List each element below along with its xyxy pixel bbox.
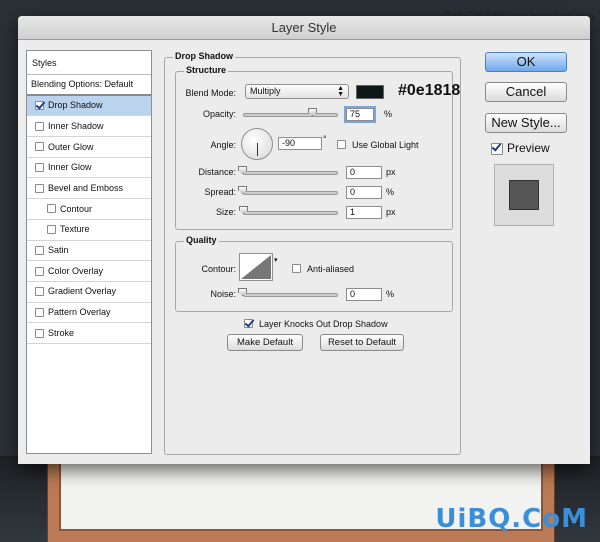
blend-mode-value: Multiply <box>250 86 281 96</box>
styles-item-checkbox[interactable] <box>35 142 44 152</box>
opacity-label: Opacity: <box>202 109 236 119</box>
styles-item-label: Texture <box>60 224 90 235</box>
cancel-button[interactable]: Cancel <box>485 82 567 102</box>
contour-picker[interactable] <box>239 253 273 281</box>
styles-item-label: Satin <box>48 245 69 255</box>
distance-unit: px <box>386 167 396 177</box>
styles-item-label: Pattern Overlay <box>48 307 111 318</box>
styles-item-label: Inner Glow <box>48 162 92 173</box>
styles-item-outer-glow[interactable]: Outer Glow <box>27 137 151 158</box>
color-annotation: #0e1818 <box>398 82 461 99</box>
size-input[interactable]: 1 <box>346 206 382 219</box>
opacity-input[interactable]: 75 <box>346 108 374 121</box>
dialog-title: Layer Style <box>18 16 590 40</box>
preview-label: Preview <box>507 141 550 155</box>
spread-unit: % <box>386 187 395 197</box>
noise-slider[interactable] <box>243 293 338 297</box>
size-slider[interactable] <box>243 211 338 215</box>
styles-item-contour[interactable]: Contour <box>27 199 151 220</box>
styles-item-label: Bevel and Emboss <box>48 182 124 193</box>
styles-item-label: Stroke <box>48 327 75 338</box>
anti-aliased-label: Anti-aliased <box>307 264 355 274</box>
styles-item-inner-shadow[interactable]: Inner Shadow <box>27 116 151 138</box>
quality-title: Quality <box>184 235 219 245</box>
styles-item-checkbox[interactable] <box>35 307 44 317</box>
reset-to-default-button[interactable]: Reset to Default <box>320 334 404 351</box>
styles-item-label: Gradient Overlay <box>48 286 117 297</box>
styles-list-panel: Styles Blending Options: Default Drop Sha… <box>26 50 152 454</box>
spread-input[interactable]: 0 <box>346 186 382 199</box>
spread-slider[interactable] <box>243 191 338 195</box>
styles-item-label: Blending Options: Default <box>31 79 134 89</box>
distance-slider[interactable] <box>243 171 338 175</box>
distance-input[interactable]: 0 <box>346 166 382 179</box>
structure-title: Structure <box>184 65 229 75</box>
angle-dial[interactable] <box>241 128 273 160</box>
styles-item-checkbox[interactable] <box>35 121 44 131</box>
layer-knocks-out-checkbox[interactable] <box>244 319 253 328</box>
quality-group: Quality <box>175 235 453 312</box>
spread-label: Spread: <box>204 187 236 197</box>
styles-item-checkbox[interactable] <box>35 163 44 173</box>
styles-item-satin[interactable]: Satin <box>27 241 151 262</box>
styles-item-label: Color Overlay <box>48 265 104 276</box>
styles-item-checkbox[interactable] <box>35 101 44 111</box>
use-global-light-label: Use Global Light <box>352 140 419 150</box>
styles-item-color-overlay[interactable]: Color Overlay <box>27 261 151 282</box>
styles-item-drop-shadow[interactable]: Drop Shadow <box>27 95 151 117</box>
styles-item-texture[interactable]: Texture <box>27 220 151 241</box>
styles-item-checkbox[interactable] <box>35 328 44 338</box>
styles-item-label: Outer Glow <box>48 141 94 152</box>
angle-dial-needle <box>257 143 258 156</box>
noise-label: Noise: <box>210 289 236 299</box>
noise-unit: % <box>386 289 395 299</box>
styles-item-bevel-and-emboss[interactable]: Bevel and Emboss <box>27 178 151 200</box>
layer-knocks-out-label: Layer Knocks Out Drop Shadow <box>259 319 388 329</box>
drop-shadow-title: Drop Shadow <box>173 51 235 61</box>
watermark-bottom: UiBQ.CoM <box>435 504 588 534</box>
styles-item-label: Drop Shadow <box>48 100 103 111</box>
blend-mode-select[interactable]: Multiply ▲ ▼ <box>245 84 349 99</box>
distance-label: Distance: <box>198 167 236 177</box>
styles-item-blending-options-default[interactable]: Blending Options: Default <box>27 75 151 96</box>
styles-item-gradient-overlay[interactable]: Gradient Overlay <box>27 282 151 303</box>
styles-item-stroke[interactable]: Stroke <box>27 323 151 344</box>
size-label: Size: <box>215 207 236 217</box>
styles-item-checkbox[interactable] <box>35 266 44 276</box>
noise-input[interactable]: 0 <box>346 288 382 301</box>
opacity-unit: % <box>384 109 393 119</box>
styles-item-label: Contour <box>60 203 93 214</box>
angle-input[interactable]: -90 <box>278 137 322 150</box>
shadow-color-swatch[interactable] <box>356 85 384 99</box>
select-arrows-icon: ▲ ▼ <box>337 85 344 98</box>
styles-item-pattern-overlay[interactable]: Pattern Overlay <box>27 303 151 324</box>
angle-unit: ° <box>323 134 327 144</box>
new-style-button[interactable]: New Style... <box>485 113 567 133</box>
layer-style-dialog: Layer Style Styles Blending Options: Def… <box>18 16 590 464</box>
styles-item-checkbox[interactable] <box>47 225 56 235</box>
style-preview <box>494 164 554 226</box>
contour-label: Contour: <box>201 264 236 274</box>
styles-item-checkbox[interactable] <box>47 204 56 214</box>
contour-linear-icon <box>241 255 271 279</box>
blend-mode-label: Blend Mode: <box>185 88 236 98</box>
styles-item-checkbox[interactable] <box>35 287 44 297</box>
preview-swatch <box>509 180 539 210</box>
use-global-light-checkbox[interactable] <box>337 140 346 149</box>
styles-item-checkbox[interactable] <box>35 245 44 255</box>
anti-aliased-checkbox[interactable] <box>292 264 301 273</box>
styles-header[interactable]: Styles <box>27 51 151 75</box>
preview-checkbox[interactable] <box>491 143 503 155</box>
size-unit: px <box>386 207 396 217</box>
opacity-slider[interactable] <box>243 113 338 117</box>
styles-item-checkbox[interactable] <box>35 183 44 193</box>
contour-dropdown-icon[interactable]: ▾ <box>274 256 278 264</box>
make-default-button[interactable]: Make Default <box>227 334 303 351</box>
styles-item-label: Inner Shadow <box>48 120 104 131</box>
ok-button[interactable]: OK <box>485 52 567 72</box>
angle-label: Angle: <box>210 140 236 150</box>
styles-item-inner-glow[interactable]: Inner Glow <box>27 158 151 179</box>
